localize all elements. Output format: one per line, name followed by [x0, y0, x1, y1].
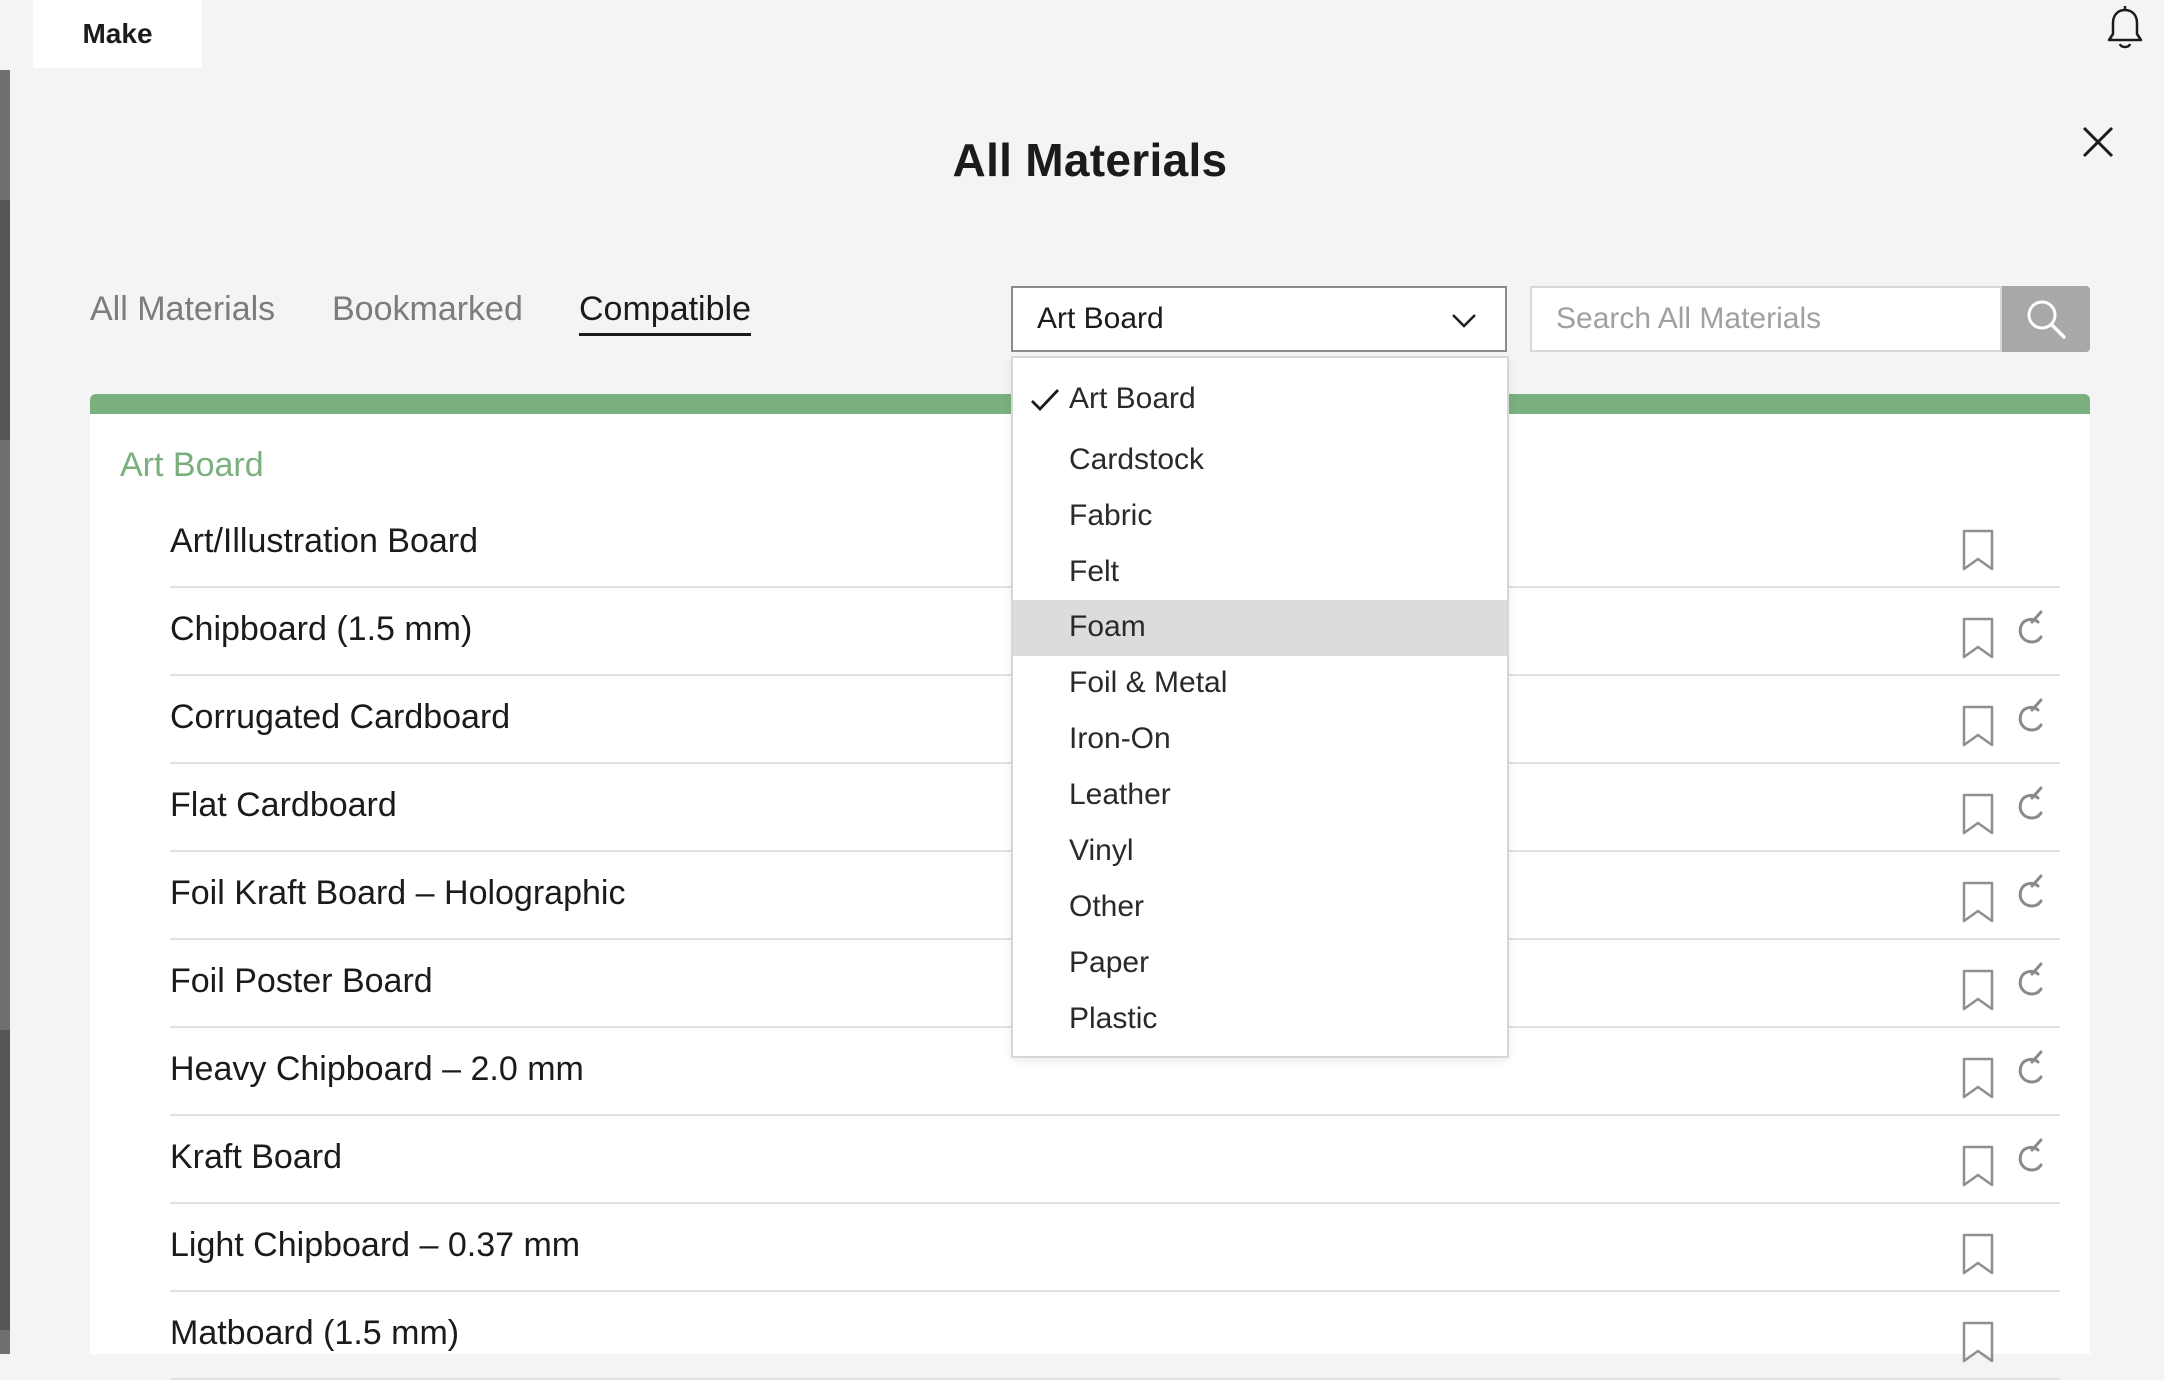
bookmark-icon[interactable] [1960, 616, 1996, 660]
tab-all-materials[interactable]: All Materials [90, 290, 275, 329]
tab-bookmarked[interactable]: Bookmarked [332, 290, 523, 329]
bell-icon[interactable] [2100, 4, 2150, 54]
dropdown-option-label: Vinyl [1069, 834, 1134, 867]
dropdown-option-label: Paper [1069, 946, 1150, 979]
dropdown-option[interactable]: Fabric [1013, 489, 1507, 545]
bookmark-icon[interactable] [1960, 968, 1996, 1012]
bookmark-icon[interactable] [1960, 1144, 1996, 1188]
compatible-machine-icon [2018, 1138, 2043, 1172]
dropdown-option[interactable]: Foam [1013, 600, 1507, 656]
compatible-machine-icon [2018, 962, 2043, 996]
dropdown-option[interactable]: Leather [1013, 768, 1507, 824]
dropdown-option-label: Leather [1069, 778, 1171, 811]
dropdown-option-label: Iron-On [1069, 722, 1171, 755]
category-select-value: Art Board [1037, 302, 1164, 335]
dropdown-option[interactable]: Vinyl [1013, 824, 1507, 880]
bookmark-icon[interactable] [1960, 1056, 1996, 1100]
category-dropdown-menu: Art Board Cardstock Fabric Felt Foam Foil & M… [1011, 356, 1509, 1058]
chevron-down-icon [1452, 314, 1476, 328]
close-icon[interactable] [2078, 122, 2118, 162]
compatible-machine-icon [2018, 1050, 2043, 1084]
dropdown-option-label: Felt [1069, 555, 1120, 588]
dropdown-option-label: Cardstock [1069, 443, 1205, 476]
material-name: Chipboard (1.5 mm) [170, 610, 473, 648]
dropdown-option[interactable]: Art Board [1013, 372, 1507, 428]
search-input[interactable] [1530, 286, 2002, 352]
material-name: Foil Kraft Board – Holographic [170, 874, 626, 912]
dropdown-option[interactable]: Foil & Metal [1013, 656, 1507, 712]
dropdown-option[interactable]: Other [1013, 880, 1507, 936]
bookmark-icon[interactable] [1960, 704, 1996, 748]
category-heading: Art Board [120, 446, 264, 484]
material-row[interactable]: Matboard (1.5 mm) [170, 1292, 2060, 1380]
dropdown-option[interactable]: Plastic [1013, 992, 1507, 1048]
dropdown-option-label: Art Board [1069, 382, 1196, 415]
material-name: Kraft Board [170, 1138, 342, 1176]
material-row[interactable]: Kraft Board [170, 1116, 2060, 1204]
bookmark-icon[interactable] [1960, 1320, 1996, 1364]
page-title: All Materials [952, 134, 1228, 186]
dropdown-option-label: Plastic [1069, 1002, 1158, 1035]
bookmark-icon[interactable] [1960, 792, 1996, 836]
material-name: Matboard (1.5 mm) [170, 1314, 460, 1352]
material-name: Art/Illustration Board [170, 522, 479, 560]
material-row[interactable]: Light Chipboard – 0.37 mm [170, 1204, 2060, 1292]
background-app-strip [0, 70, 10, 1354]
tab-compatible[interactable]: Compatible [579, 290, 751, 336]
dropdown-option-label: Foam [1069, 610, 1146, 643]
dropdown-option[interactable]: Felt [1013, 545, 1507, 601]
dropdown-option[interactable]: Cardstock [1013, 433, 1507, 489]
bookmark-icon[interactable] [1960, 1232, 1996, 1276]
top-bar: Make [0, 0, 2164, 70]
compatible-machine-icon [2018, 786, 2043, 820]
bookmark-icon[interactable] [1960, 528, 1996, 572]
compatible-machine-icon [2018, 874, 2043, 908]
category-select[interactable]: Art Board [1011, 286, 1507, 352]
search-icon [2027, 300, 2066, 339]
material-name: Flat Cardboard [170, 786, 397, 824]
compatible-machine-icon [2018, 698, 2043, 732]
compatible-machine-icon [2018, 610, 2043, 644]
search-button[interactable] [2002, 286, 2090, 352]
bookmark-icon[interactable] [1960, 880, 1996, 924]
dropdown-option-label: Other [1069, 890, 1145, 923]
material-name: Heavy Chipboard – 2.0 mm [170, 1050, 584, 1088]
checkmark-icon [1031, 389, 1060, 412]
dropdown-option[interactable]: Paper [1013, 936, 1507, 992]
material-name: Light Chipboard – 0.37 mm [170, 1226, 581, 1264]
dropdown-option-label: Foil & Metal [1069, 666, 1228, 699]
dropdown-option-label: Fabric [1069, 499, 1153, 532]
make-tab[interactable]: Make [33, 0, 202, 68]
material-name: Foil Poster Board [170, 962, 433, 1000]
dropdown-option[interactable]: Iron-On [1013, 712, 1507, 768]
material-name: Corrugated Cardboard [170, 698, 511, 736]
